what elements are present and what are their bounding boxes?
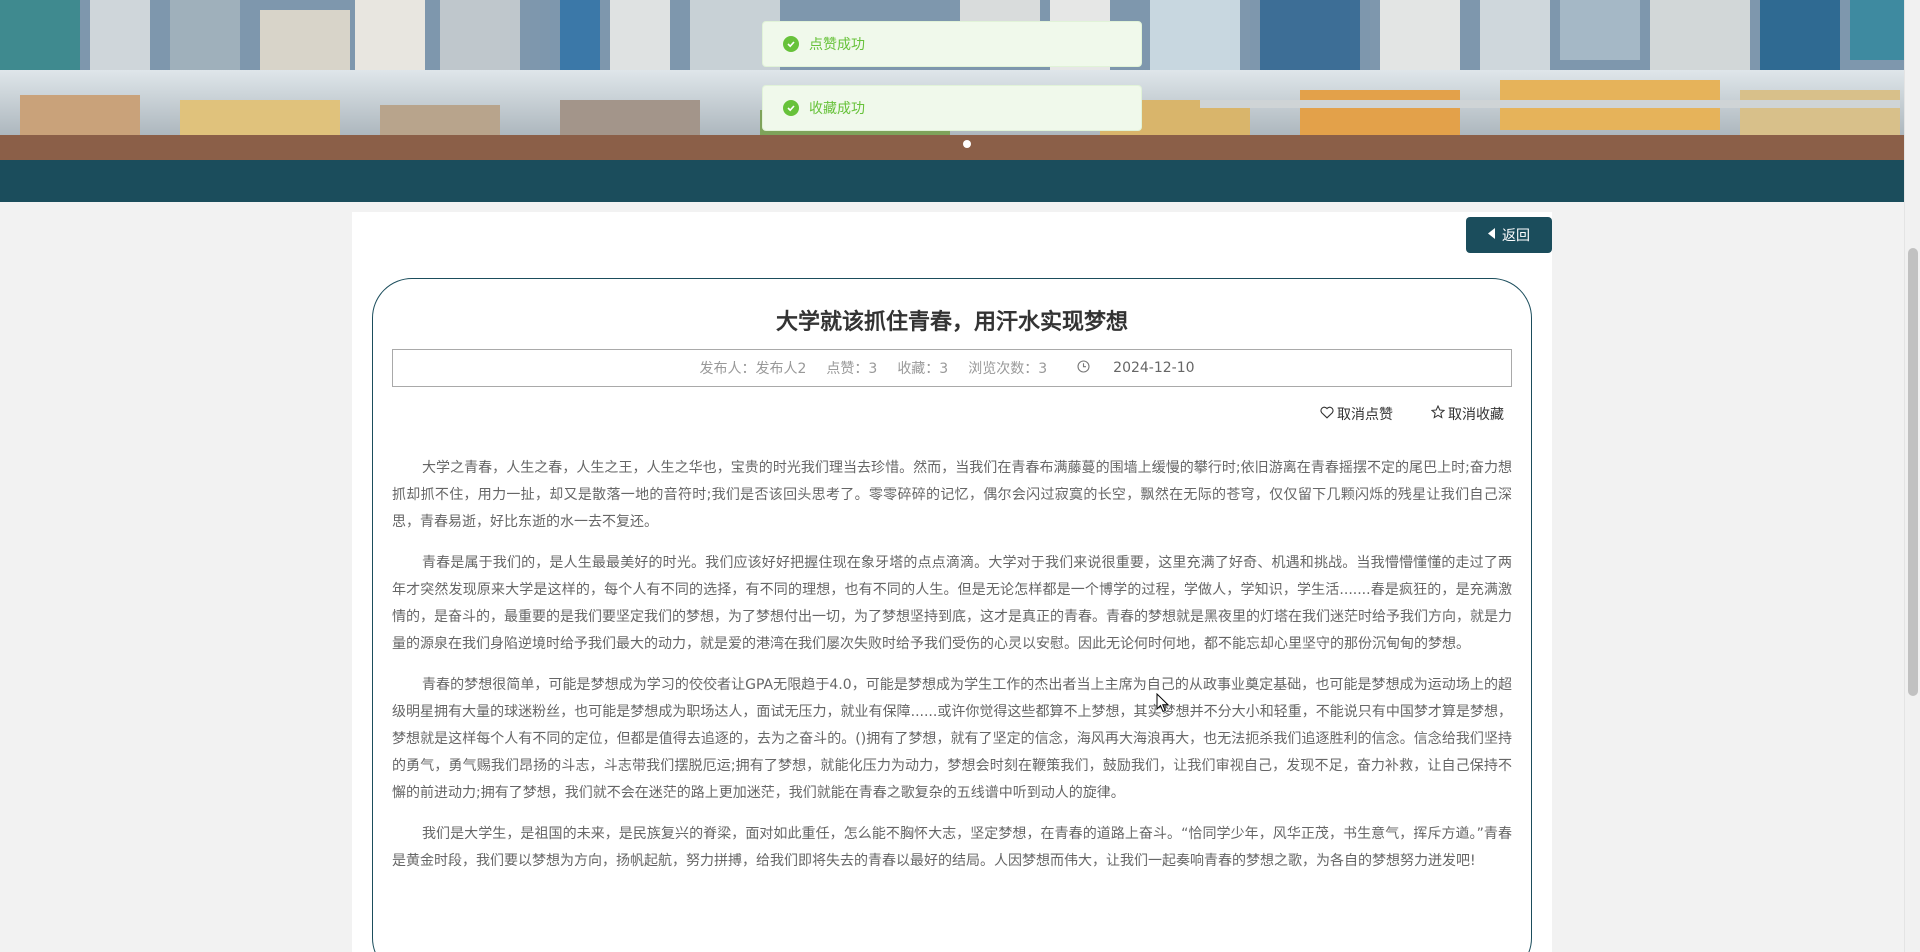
article-paragraph: 青春的梦想很简单，可能是梦想成为学习的佼佼者让GPA无限趋于4.0，可能是梦想成… [392, 677, 1512, 801]
check-circle-icon [783, 100, 799, 116]
article-meta: 发布人：发布人2 点赞：3 收藏：3 浏览次数：3 2024-12-10 [392, 349, 1512, 387]
page-scrollbar[interactable] [1904, 0, 1920, 952]
article-paragraph: 青春是属于我们的，是人生最最美好的时光。我们应该好好把握住现在象牙塔的点点滴滴。… [392, 555, 1512, 652]
caret-left-icon [1488, 227, 1496, 243]
unfavorite-label: 取消收藏 [1448, 407, 1504, 423]
article-title: 大学就该抓住青春，用汗水实现梦想 [775, 310, 1128, 335]
carousel-indicators [963, 140, 971, 148]
date-text: 2024-12-10 [1113, 360, 1195, 376]
nav-bar [0, 160, 1904, 202]
article-actions: 取消点赞 取消收藏 [1320, 404, 1504, 424]
publisher: 发布人：发布人2 [699, 361, 807, 377]
unfavorite-button[interactable]: 取消收藏 [1430, 404, 1504, 424]
favorite-count: 收藏：3 [897, 361, 949, 377]
article-paragraph: 大学之青春，人生之春，人生之王，人生之华也，宝贵的时光我们理当去珍惜。然而，当我… [392, 460, 1512, 530]
star-icon [1430, 404, 1446, 423]
like-count: 点赞：3 [826, 361, 878, 377]
favorite-success-toast: 收藏成功 [762, 85, 1142, 131]
heart-icon [1320, 406, 1334, 423]
view-count: 浏览次数：3 [968, 361, 1048, 377]
check-circle-icon [783, 36, 799, 52]
like-success-toast: 点赞成功 [762, 21, 1142, 67]
unlike-button[interactable]: 取消点赞 [1320, 404, 1393, 424]
clock-icon [1077, 359, 1090, 377]
mouse-cursor-icon [1156, 692, 1170, 717]
article-paragraph: 我们是大学生，是祖国的未来，是民族复兴的脊梁，面对如此重任，怎么能不胸怀大志，坚… [392, 826, 1512, 869]
publish-date: 2024-12-10 [1067, 359, 1204, 377]
scrollbar-thumb[interactable] [1908, 248, 1918, 696]
carousel-dot[interactable] [963, 140, 971, 148]
article-content: 大学之青春，人生之春，人生之王，人生之华也，宝贵的时光我们理当去珍惜。然而，当我… [392, 455, 1512, 889]
toast-message: 收藏成功 [809, 101, 865, 117]
back-button-label: 返回 [1502, 228, 1530, 244]
toast-message: 点赞成功 [809, 37, 865, 53]
back-button[interactable]: 返回 [1466, 217, 1552, 253]
unlike-label: 取消点赞 [1337, 407, 1393, 423]
